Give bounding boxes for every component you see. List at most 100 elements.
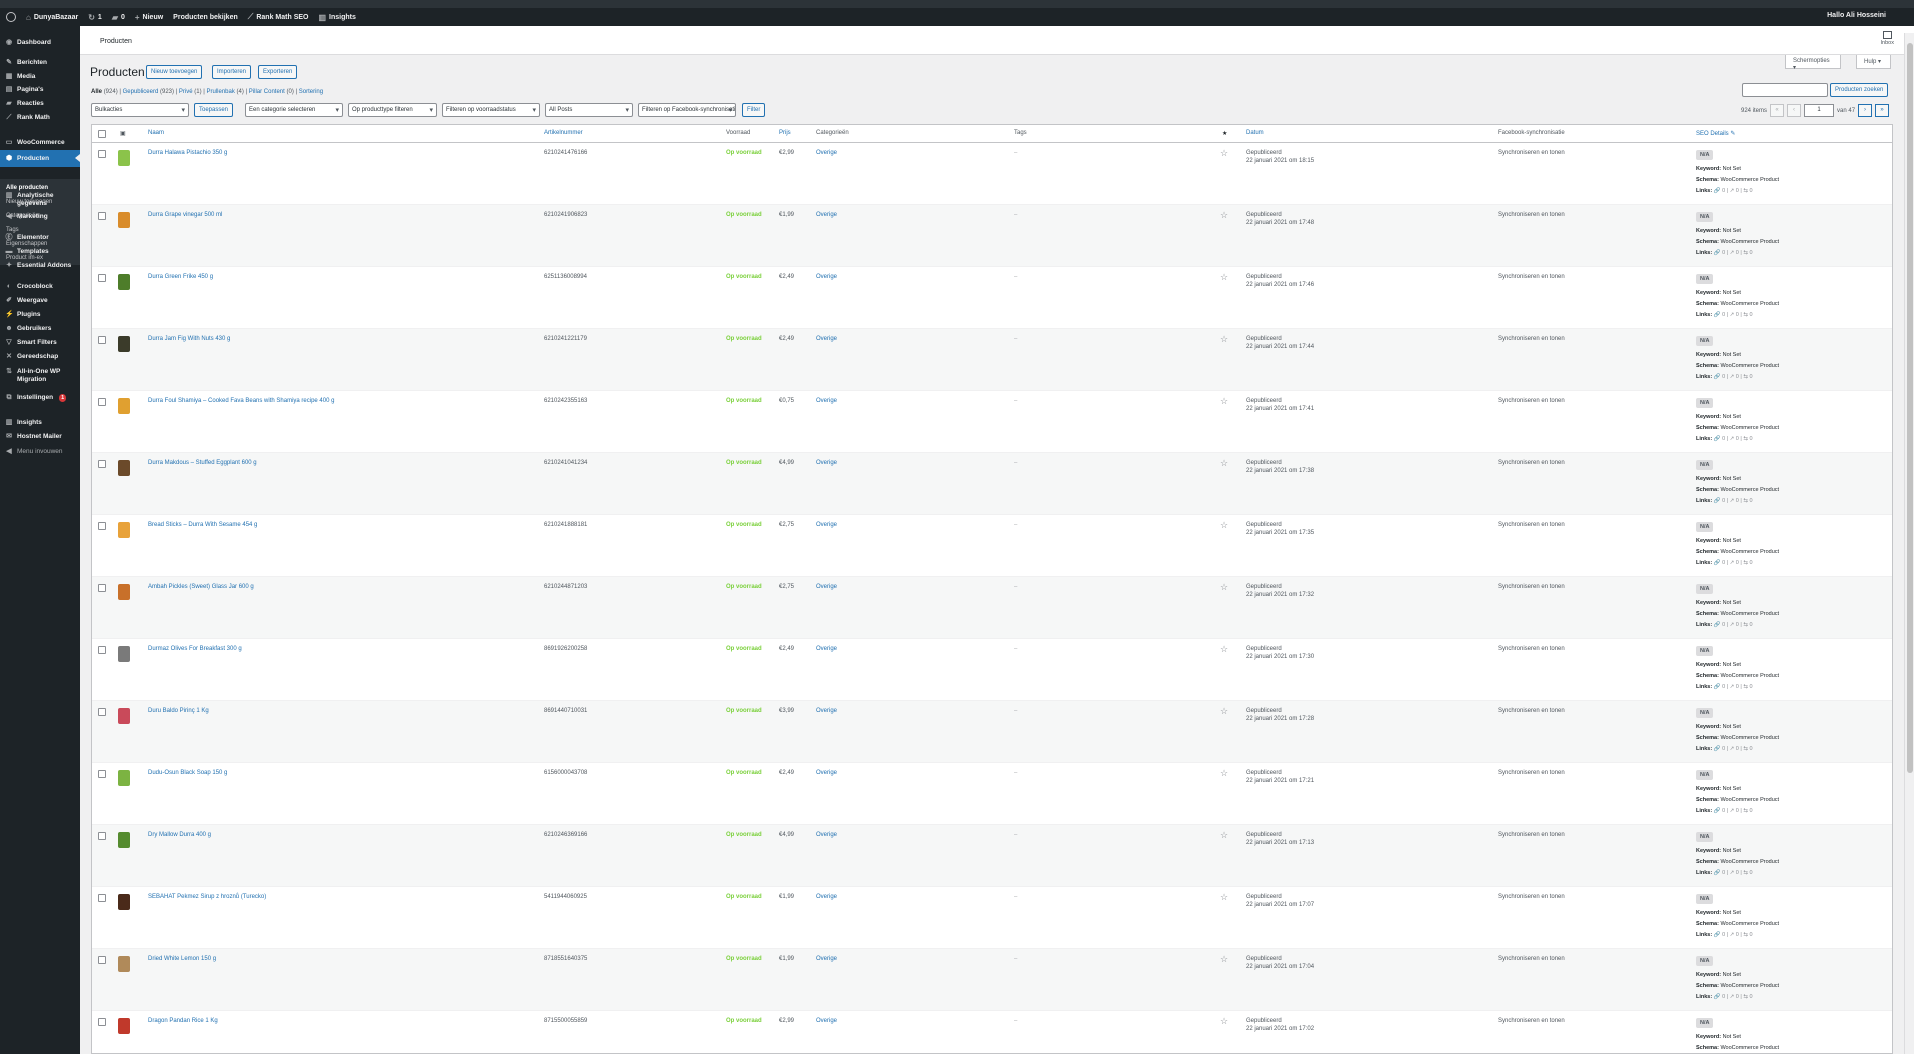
product-name-link[interactable]: Duru Baldo Pirinç 1 Kg	[148, 708, 209, 714]
sidebar-item-crocoblock[interactable]: ◐ Crocoblock	[0, 283, 80, 291]
product-name-link[interactable]: Durra Green Frike 450 g	[148, 274, 213, 280]
product-name-link[interactable]: Durra Makdous – Stuffed Eggplant 600 g	[148, 460, 257, 466]
sidebar-item-essential-addons[interactable]: ✦ Essential Addons	[0, 262, 80, 270]
product-thumbnail[interactable]	[118, 336, 130, 352]
column-date[interactable]: Datum	[1246, 130, 1264, 136]
featured-star-icon[interactable]: ☆	[1220, 830, 1228, 841]
last-page-button[interactable]: »	[1875, 104, 1890, 117]
featured-star-icon[interactable]: ☆	[1220, 458, 1228, 469]
product-category-link[interactable]: Overige	[816, 522, 837, 528]
sidebar-item-all-in-one-wp-migration[interactable]: ⇅ All-in-One WP Migration	[0, 368, 80, 384]
featured-star-icon[interactable]: ☆	[1220, 148, 1228, 159]
sidebar-item-rank-math[interactable]: ⟋ Rank Math	[0, 114, 80, 122]
category-filter-select[interactable]: Een categorie selecteren	[245, 103, 343, 117]
current-page-input[interactable]: 1	[1804, 104, 1835, 117]
row-checkbox[interactable]	[98, 336, 106, 344]
product-thumbnail[interactable]	[118, 894, 130, 910]
product-category-link[interactable]: Overige	[816, 460, 837, 466]
select-all-checkbox[interactable]	[98, 130, 106, 138]
view-pillar-link[interactable]: Pillar Content (0)	[249, 89, 294, 95]
featured-star-icon[interactable]: ☆	[1220, 210, 1228, 221]
insights-link[interactable]: ▥ Insights	[318, 13, 355, 22]
row-checkbox[interactable]	[98, 646, 106, 654]
row-checkbox[interactable]	[98, 708, 106, 716]
product-thumbnail[interactable]	[118, 584, 130, 600]
product-name-link[interactable]: Durra Halawa Pistachio 350 g	[148, 150, 227, 156]
sidebar-item-gereedschap[interactable]: ✕ Gereedschap	[0, 353, 80, 361]
product-category-link[interactable]: Overige	[816, 832, 837, 838]
sidebar-item-smart-filters[interactable]: ▽ Smart Filters	[0, 339, 80, 347]
updates-link[interactable]: ↻ 1	[88, 13, 102, 22]
apply-button[interactable]: Toepassen	[194, 103, 234, 117]
product-thumbnail[interactable]	[118, 832, 130, 848]
product-thumbnail[interactable]	[118, 1018, 130, 1034]
featured-star-icon[interactable]: ☆	[1220, 768, 1228, 779]
inbox-button[interactable]: Inbox	[1881, 31, 1894, 46]
product-name-link[interactable]: Durra Grape vinegar 500 ml	[148, 212, 222, 218]
product-thumbnail[interactable]	[118, 770, 130, 786]
view-published-link[interactable]: Gepubliceerd (923)	[123, 89, 174, 95]
view-sorting-link[interactable]: Sortering	[299, 89, 323, 95]
row-checkbox[interactable]	[98, 212, 106, 220]
submenu-item-nieuw-toevoegen[interactable]: Nieuw toevoegen	[6, 199, 52, 205]
view-trash-link[interactable]: Prullenbak (4)	[207, 89, 244, 95]
row-checkbox[interactable]	[98, 1018, 106, 1026]
product-category-link[interactable]: Overige	[816, 708, 837, 714]
sidebar-item-producten[interactable]: ⬢ Producten	[0, 150, 80, 167]
row-checkbox[interactable]	[98, 150, 106, 158]
sidebar-item-pagina-s[interactable]: ▤ Pagina's	[0, 86, 80, 94]
featured-star-icon[interactable]: ☆	[1220, 520, 1228, 531]
view-all-link[interactable]: Alle (924)	[91, 89, 118, 95]
product-category-link[interactable]: Overige	[816, 336, 837, 342]
prev-page-button[interactable]: ‹	[1787, 104, 1802, 117]
featured-star-icon[interactable]: ☆	[1220, 1016, 1228, 1027]
product-category-link[interactable]: Overige	[816, 150, 837, 156]
row-checkbox[interactable]	[98, 398, 106, 406]
search-products-button[interactable]: Producten zoeken	[1830, 83, 1889, 97]
product-name-link[interactable]: Durra Jam Fig With Nuts 430 g	[148, 336, 230, 342]
product-thumbnail[interactable]	[118, 956, 130, 972]
submenu-item-alle-producten[interactable]: Alle producten	[6, 185, 48, 191]
site-name-link[interactable]: ⌂ DunyaBazaar	[26, 13, 78, 22]
submenu-item-categorie-n[interactable]: Categorieën	[6, 213, 39, 219]
product-thumbnail[interactable]	[118, 150, 130, 166]
sidebar-item-hostnet-mailer[interactable]: ✉ Hostnet Mailer	[0, 433, 80, 441]
featured-star-icon[interactable]: ☆	[1220, 644, 1228, 655]
column-sku[interactable]: Artikelnummer	[544, 130, 583, 136]
posts-filter-select[interactable]: All Posts	[545, 103, 633, 117]
product-thumbnail[interactable]	[118, 646, 130, 662]
product-category-link[interactable]: Overige	[816, 956, 837, 962]
user-greeting[interactable]: Hallo Ali Hosseini	[1827, 12, 1886, 19]
column-seo[interactable]: SEO Details ✎	[1696, 130, 1735, 137]
bulk-actions-select[interactable]: Bulkacties	[91, 103, 189, 117]
sidebar-item-instellingen[interactable]: ⧉ Instellingen 1	[0, 394, 80, 402]
product-category-link[interactable]: Overige	[816, 212, 837, 218]
product-name-link[interactable]: Dry Mallow Durra 400 g	[148, 832, 211, 838]
row-checkbox[interactable]	[98, 770, 106, 778]
add-new-button[interactable]: Nieuw toevoegen	[146, 65, 203, 79]
comments-link[interactable]: ▰ 0	[112, 13, 125, 22]
featured-star-icon[interactable]: ☆	[1220, 954, 1228, 965]
row-checkbox[interactable]	[98, 522, 106, 530]
row-checkbox[interactable]	[98, 460, 106, 468]
product-thumbnail[interactable]	[118, 212, 130, 228]
column-featured[interactable]: ★	[1222, 130, 1227, 137]
row-checkbox[interactable]	[98, 832, 106, 840]
product-category-link[interactable]: Overige	[816, 584, 837, 590]
product-name-link[interactable]: SEBAHAT Pekmez Sirup z hroznů (Turecko)	[148, 894, 266, 900]
row-checkbox[interactable]	[98, 584, 106, 592]
product-category-link[interactable]: Overige	[816, 894, 837, 900]
import-button[interactable]: Importeren	[212, 65, 252, 79]
row-checkbox[interactable]	[98, 894, 106, 902]
featured-star-icon[interactable]: ☆	[1220, 334, 1228, 345]
facebook-sync-filter-select[interactable]: Filteren op Facebook-synchronisatie	[638, 103, 736, 117]
featured-star-icon[interactable]: ☆	[1220, 396, 1228, 407]
product-name-link[interactable]: Bread Sticks – Durra With Sesame 454 g	[148, 522, 257, 528]
submenu-item-product-im-ex[interactable]: Product im-ex	[6, 255, 43, 261]
featured-star-icon[interactable]: ☆	[1220, 892, 1228, 903]
product-name-link[interactable]: Dried White Lemon 150 g	[148, 956, 216, 962]
featured-star-icon[interactable]: ☆	[1220, 706, 1228, 717]
sidebar-item-media[interactable]: ▦ Media	[0, 73, 80, 81]
product-name-link[interactable]: Durmaz Olives For Breakfast 300 g	[148, 646, 242, 652]
scrollbar-thumb[interactable]	[1907, 43, 1913, 773]
